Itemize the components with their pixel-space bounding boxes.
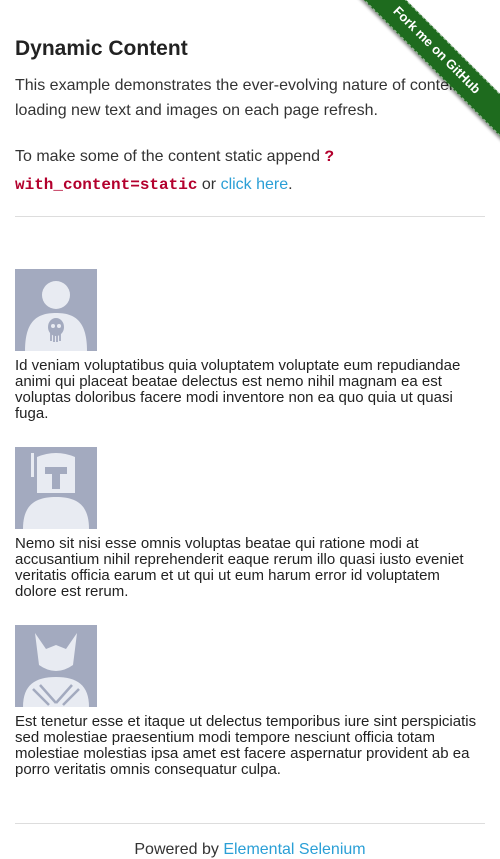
- static-instructions-suffix: .: [288, 176, 293, 193]
- click-here-link[interactable]: click here: [221, 176, 289, 193]
- punisher-avatar-icon: [15, 269, 97, 351]
- static-instructions-middle: or: [197, 176, 221, 193]
- static-instructions-prefix: To make some of the content static appen…: [15, 148, 325, 165]
- top-divider: [15, 216, 485, 217]
- footer: Powered by Elemental Selenium: [15, 841, 485, 859]
- elemental-selenium-link[interactable]: Elemental Selenium: [223, 841, 365, 858]
- fork-me-on-github-ribbon[interactable]: Fork me on GitHub: [350, 0, 500, 147]
- content-text: Id veniam voluptatibus quia voluptatem v…: [15, 357, 461, 422]
- content-text: Est tenetur esse et itaque ut delectus t…: [15, 713, 477, 778]
- github-ribbon-container: Fork me on GitHub: [350, 0, 500, 150]
- content-row: Nemo sit nisi esse omnis voluptas beatae…: [15, 447, 485, 600]
- footer-prefix: Powered by: [134, 841, 224, 858]
- static-instructions: To make some of the content static appen…: [15, 143, 485, 199]
- boba-fett-avatar-icon: [15, 447, 97, 529]
- wolverine-avatar-icon: [15, 625, 97, 707]
- content-row: Id veniam voluptatibus quia voluptatem v…: [15, 269, 485, 422]
- bottom-divider: [15, 823, 485, 824]
- content-text: Nemo sit nisi esse omnis voluptas beatae…: [15, 535, 464, 600]
- content-row: Est tenetur esse et itaque ut delectus t…: [15, 625, 485, 778]
- page-title: Dynamic Content: [15, 37, 188, 60]
